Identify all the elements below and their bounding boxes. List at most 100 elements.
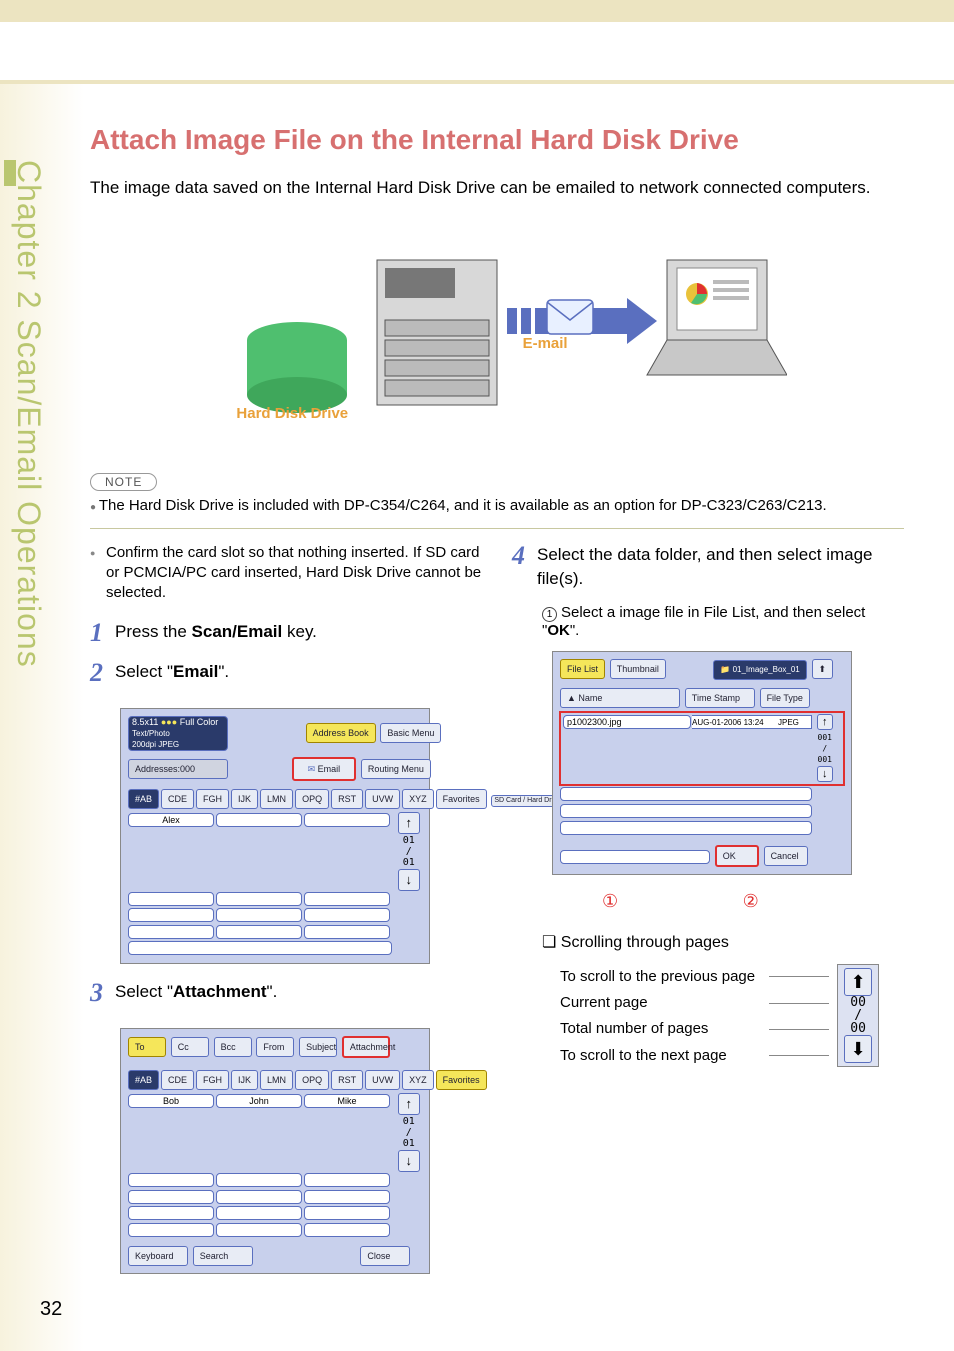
s3-tab-1[interactable]: CDE xyxy=(161,1070,194,1090)
circled-1-icon: 1 xyxy=(542,607,557,622)
bcc-tab[interactable]: Bcc xyxy=(214,1037,252,1057)
step-number-3: 3 xyxy=(90,980,103,1006)
s3-tab-5[interactable]: OPQ xyxy=(295,1070,329,1090)
s2-tab-2[interactable]: FGH xyxy=(196,789,229,809)
callout-2-icon: ② xyxy=(743,891,759,912)
s3-tab-9[interactable]: Favorites xyxy=(436,1070,487,1090)
file-list-tab[interactable]: File List xyxy=(560,659,605,679)
thumbnail-tab[interactable]: Thumbnail xyxy=(610,659,666,679)
ok-button[interactable]: OK xyxy=(715,845,759,867)
step1-bold: Scan/Email xyxy=(192,622,283,641)
contact-mike[interactable]: Mike xyxy=(304,1094,390,1108)
s3-tab-0[interactable]: #AB xyxy=(128,1070,159,1090)
to-tab[interactable]: To xyxy=(128,1037,166,1057)
sub1-post: ". xyxy=(570,622,580,639)
subject-tab[interactable]: Subject xyxy=(299,1037,337,1057)
s3-tab-6[interactable]: RST xyxy=(331,1070,363,1090)
contact-john[interactable]: John xyxy=(216,1094,302,1108)
contact-empty[interactable] xyxy=(216,813,302,827)
sub1-pre: Select a image file in File List, and th… xyxy=(542,604,865,639)
attachment-screenshot: To Cc Bcc From Subject Attachment #ABCDE… xyxy=(120,1028,430,1274)
page-content: Attach Image File on the Internal Hard D… xyxy=(0,84,954,1351)
s2-paper: 8.5x11 xyxy=(132,717,158,727)
step2-bold: Email xyxy=(173,662,218,681)
s3-scroll-up[interactable]: ↑ xyxy=(398,1093,420,1115)
step-1: 1 Press the Scan/Email key. xyxy=(90,620,482,646)
s2-res: 200dpi JPEG xyxy=(132,740,179,749)
s3-tab-4[interactable]: LMN xyxy=(260,1070,293,1090)
s3-tab-7[interactable]: UVW xyxy=(365,1070,400,1090)
s3-tab-3[interactable]: IJK xyxy=(231,1070,258,1090)
s2-scroll-down[interactable]: ↓ xyxy=(398,869,420,891)
s2-tab-0[interactable]: #AB xyxy=(128,789,159,809)
left-column: Confirm the card slot so that nothing in… xyxy=(90,543,482,1290)
keyboard-button[interactable]: Keyboard xyxy=(128,1246,188,1266)
page-number: 32 xyxy=(40,1298,62,1321)
address-book-button[interactable]: Address Book xyxy=(306,723,376,743)
addresses-label: Addresses:000 xyxy=(128,759,228,779)
col-name[interactable]: ▲ Name xyxy=(560,688,680,708)
step3-post: ". xyxy=(267,982,278,1001)
scroll-down-icon[interactable]: ⬇ xyxy=(844,1035,872,1063)
box-label-text: 01_Image_Box_01 xyxy=(733,665,800,674)
basic-menu-button[interactable]: Basic Menu xyxy=(380,723,441,743)
file-row-name[interactable]: p1002300.jpg xyxy=(563,715,691,729)
s2-tab-6[interactable]: RST xyxy=(331,789,363,809)
s2-tab-1[interactable]: CDE xyxy=(161,789,194,809)
sub1-bold: OK xyxy=(547,622,570,639)
step1-pre: Press the xyxy=(115,622,192,641)
attachment-tab[interactable]: Attachment xyxy=(342,1036,390,1058)
current-page-label: Current page xyxy=(554,991,761,1015)
prev-page-label: To scroll to the previous page xyxy=(554,964,761,988)
concept-diagram: Hard Disk Drive E-mail xyxy=(90,220,904,453)
s2-tab-4[interactable]: LMN xyxy=(260,789,293,809)
close-button[interactable]: Close xyxy=(360,1246,410,1266)
s2-sep: / xyxy=(406,846,412,857)
contact-empty2[interactable] xyxy=(304,813,390,827)
search-button[interactable]: Search xyxy=(193,1246,253,1266)
step4-text: Select the data folder, and then select … xyxy=(537,543,904,591)
up-folder-button[interactable]: ⬆ xyxy=(812,659,834,679)
s2-scroll-up[interactable]: ↑ xyxy=(398,812,420,834)
s4-sep: / xyxy=(822,744,827,753)
contact-alex[interactable]: Alex xyxy=(128,813,214,827)
s3-tab-8[interactable]: XYZ xyxy=(402,1070,434,1090)
step-2: 2 Select "Email". xyxy=(90,660,482,686)
s3-cur: 01 xyxy=(403,1116,415,1127)
s2-tot: 01 xyxy=(403,857,415,868)
s2-tab-3[interactable]: IJK xyxy=(231,789,258,809)
file-row-type: JPEG xyxy=(778,715,812,729)
step2-post: ". xyxy=(218,662,229,681)
s3-scroll-down[interactable]: ↓ xyxy=(398,1150,420,1172)
hdd-label: Hard Disk Drive xyxy=(236,405,348,422)
routing-menu-button[interactable]: Routing Menu xyxy=(361,759,431,779)
from-tab[interactable]: From xyxy=(256,1037,294,1057)
note-block: NOTE The Hard Disk Drive is included wit… xyxy=(90,473,904,514)
s2-tab-9[interactable]: Favorites xyxy=(436,789,487,809)
s4-scroll-down[interactable]: ↓ xyxy=(817,766,833,782)
email-select-screenshot: 8.5x11 ●●● Full Color Text/Photo 200dpi … xyxy=(120,708,430,965)
contact-bob[interactable]: Bob xyxy=(128,1094,214,1108)
col-timestamp[interactable]: Time Stamp xyxy=(685,688,755,708)
note-pill: NOTE xyxy=(90,473,157,491)
scroll-up-icon[interactable]: ⬆ xyxy=(844,968,872,996)
email-button[interactable]: ✉ Email xyxy=(292,757,357,781)
s2-tab-7[interactable]: UVW xyxy=(365,789,400,809)
cancel-button[interactable]: Cancel xyxy=(764,846,808,866)
s2-tab-8[interactable]: XYZ xyxy=(402,789,434,809)
step-number-2: 2 xyxy=(90,660,103,686)
col-filetype[interactable]: File Type xyxy=(760,688,810,708)
note-text: The Hard Disk Drive is included with DP-… xyxy=(90,497,904,514)
substep-1: 1Select a image file in File List, and t… xyxy=(542,604,904,639)
step-4: 4 Select the data folder, and then selec… xyxy=(512,543,904,591)
guide-tot: 00 xyxy=(850,1021,866,1036)
scroll-heading: Scrolling through pages xyxy=(542,932,904,952)
s3-tab-2[interactable]: FGH xyxy=(196,1070,229,1090)
s2-tab-5[interactable]: OPQ xyxy=(295,789,329,809)
cc-tab[interactable]: Cc xyxy=(171,1037,209,1057)
file-row-ts: AUG-01-2006 13:24 xyxy=(692,715,778,729)
step-number-4: 4 xyxy=(512,543,525,591)
h-name: Name xyxy=(578,693,602,703)
box-label: 📁 01_Image_Box_01 xyxy=(713,660,806,680)
s4-scroll-up[interactable]: ↑ xyxy=(817,714,833,730)
